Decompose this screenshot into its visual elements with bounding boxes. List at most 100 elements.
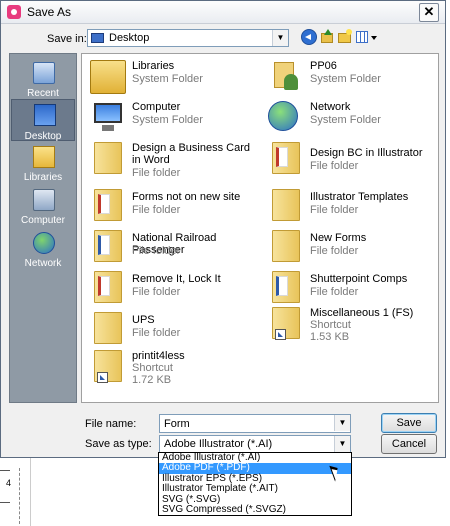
file-type: File folder [310, 160, 359, 172]
back-icon[interactable] [301, 29, 317, 45]
computer-icon [33, 189, 55, 211]
libraries-icon [33, 146, 55, 168]
file-name: Design BC in Illustrator [310, 147, 423, 159]
folder-icon [272, 189, 300, 221]
file-item-computer[interactable]: Computer System Folder [84, 98, 260, 138]
place-network[interactable]: Network [11, 228, 75, 269]
folder-icon [94, 230, 122, 262]
file-item-design-bc-illustrator[interactable]: Design BC in Illustrator File folder [262, 139, 438, 183]
save-in-label: Save in: [47, 33, 87, 45]
file-name: Illustrator Templates [310, 191, 409, 203]
chevron-down-icon[interactable]: ▼ [334, 415, 350, 431]
close-button[interactable]: ✕ [419, 3, 439, 22]
recent-places-icon [33, 62, 55, 84]
folder-icon [94, 271, 122, 303]
file-name: Forms not on new site [132, 191, 241, 203]
place-label: Computer [21, 215, 65, 226]
network-icon [33, 232, 55, 254]
file-item-design-business-card[interactable]: Design a Business Card in Word File fold… [84, 139, 260, 183]
cancel-button[interactable]: Cancel [381, 434, 437, 454]
chevron-down-icon[interactable]: ▼ [334, 436, 350, 452]
save-button[interactable]: Save [381, 413, 437, 433]
shortcut-folder-icon [94, 350, 122, 383]
file-name-label: File name: [85, 418, 137, 430]
save-in-dropdown[interactable]: Desktop ▼ [87, 29, 289, 47]
file-type: System Folder [132, 73, 203, 85]
save-as-type-value: Adobe Illustrator (*.AI) [164, 438, 273, 450]
file-item-libraries[interactable]: Libraries System Folder [84, 57, 260, 97]
shortcut-arrow-icon [275, 329, 286, 340]
file-type: System Folder [132, 114, 203, 126]
new-folder-icon[interactable] [337, 29, 353, 45]
file-item-forms-not-on-new-site[interactable]: Forms not on new site File folder [84, 186, 260, 226]
up-folder-icon[interactable] [319, 29, 335, 45]
network-icon [268, 101, 298, 131]
file-item-miscellaneous-1[interactable]: Miscellaneous 1 (FS) Shortcut 1.53 KB [262, 304, 438, 352]
file-type: File folder [310, 204, 359, 216]
file-name: Shutterpoint Comps [310, 273, 408, 285]
place-recent-places[interactable]: Recent Places [11, 58, 75, 110]
file-item-national-railroad[interactable]: National Railroad Passenger File folder [84, 227, 260, 267]
save-as-type-dropdown[interactable]: Adobe Illustrator (*.AI) ▼ [159, 435, 351, 453]
file-name: Design a Business Card in Word [132, 142, 251, 166]
file-name: printit4less [132, 350, 185, 362]
app-icon [7, 5, 21, 19]
file-item-illustrator-templates[interactable]: Illustrator Templates File folder [262, 186, 438, 226]
place-label: Network [24, 258, 62, 269]
file-item-pp06[interactable]: PP06 System Folder [262, 57, 438, 97]
file-item-network[interactable]: Network System Folder [262, 98, 438, 138]
file-type: Shortcut [132, 362, 173, 374]
window-title: Save As [27, 5, 72, 19]
file-type: File folder [132, 167, 181, 179]
file-size: 1.72 KB [132, 374, 172, 386]
ruler-tick [0, 502, 10, 503]
chevron-down-icon[interactable]: ▼ [272, 30, 288, 46]
place-computer[interactable]: Computer [11, 185, 75, 226]
user-folder-icon [274, 60, 298, 92]
shortcut-folder-icon [272, 307, 300, 340]
file-item-new-forms[interactable]: New Forms File folder [262, 227, 438, 267]
folder-icon [272, 142, 300, 174]
folder-icon [94, 189, 122, 221]
file-type: File folder [132, 204, 181, 216]
place-libraries[interactable]: Libraries [11, 142, 75, 183]
file-name: UPS [132, 314, 155, 326]
file-size: 1.53 KB [310, 331, 350, 343]
file-name: Libraries [132, 60, 175, 72]
file-type: File folder [132, 245, 181, 257]
computer-icon [90, 101, 126, 135]
folder-icon [94, 312, 122, 344]
type-option[interactable]: Illustrator Template (*.AIT) [159, 483, 351, 494]
ruler-number: 4 [6, 478, 12, 488]
file-name-field[interactable]: ▼ [159, 414, 351, 433]
place-label: Desktop [24, 131, 62, 142]
file-list[interactable]: Libraries System Folder PP06 System Fold… [81, 53, 439, 403]
title-bar: Save As ✕ [1, 1, 445, 24]
file-name: Remove It, Lock It [132, 273, 221, 285]
views-menu-icon[interactable] [356, 29, 378, 45]
folder-icon [94, 142, 122, 174]
file-item-ups[interactable]: UPS File folder [84, 309, 260, 349]
desktop-icon [91, 33, 104, 43]
save-in-value: Desktop [109, 32, 150, 44]
file-type: File folder [132, 327, 181, 339]
file-name: Miscellaneous 1 (FS) [310, 307, 414, 319]
shortcut-arrow-icon [97, 372, 108, 383]
place-label: Libraries [23, 172, 63, 183]
type-option[interactable]: SVG Compressed (*.SVGZ) [159, 504, 351, 515]
file-name-input[interactable] [160, 415, 338, 432]
file-type: File folder [310, 245, 359, 257]
file-item-remove-it-lock-it[interactable]: Remove It, Lock It File folder [84, 268, 260, 308]
place-desktop[interactable]: Desktop [11, 99, 75, 142]
file-name: PP06 [310, 60, 337, 72]
file-name: New Forms [310, 232, 367, 244]
file-type: File folder [310, 286, 359, 298]
ruler-tick [0, 470, 10, 471]
file-type: System Folder [310, 114, 381, 126]
save-as-dialog: Save As ✕ Save in: Desktop ▼ Recent Plac… [0, 0, 446, 458]
save-as-type-label: Save as type: [85, 438, 152, 450]
file-item-printit4less[interactable]: printit4less Shortcut 1.72 KB [84, 347, 260, 395]
folder-icon [272, 230, 300, 262]
save-as-type-options: Adobe Illustrator (*.AI) Adobe PDF (*.PD… [158, 452, 352, 516]
file-item-shutterpoint-comps[interactable]: Shutterpoint Comps File folder [262, 268, 438, 308]
